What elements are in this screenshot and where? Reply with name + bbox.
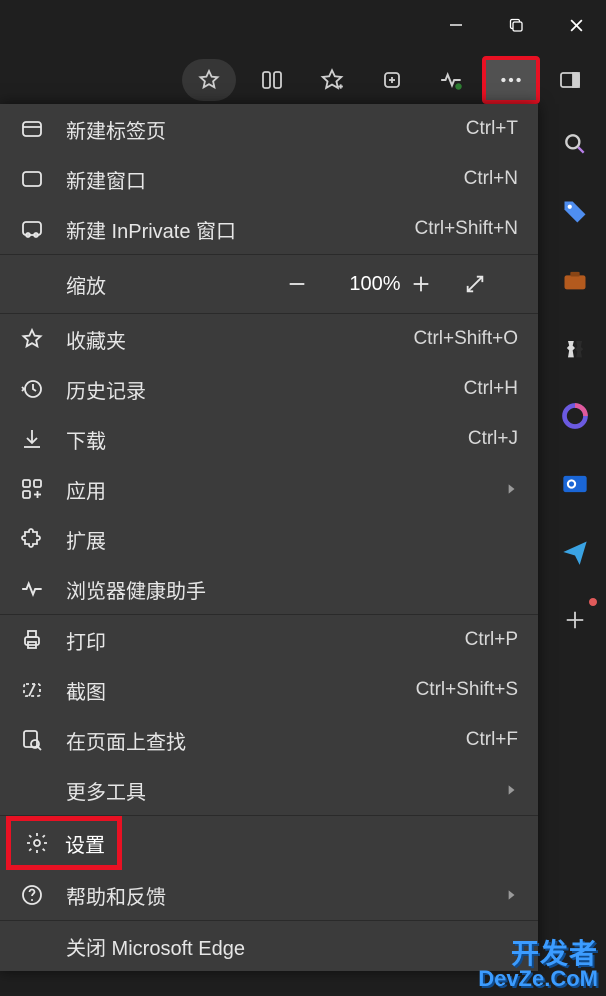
apps-icon [20, 477, 66, 501]
menu-close-edge[interactable]: 关闭 Microsoft Edge [0, 921, 538, 971]
zoom-row: 缩放 100% [0, 255, 538, 313]
menu-screenshot[interactable]: 截图 Ctrl+Shift+S [0, 665, 538, 715]
menu-favorites[interactable]: 收藏夹 Ctrl+Shift+O [0, 314, 538, 364]
menu-history[interactable]: 历史记录 Ctrl+H [0, 364, 538, 414]
menu-shortcut: Ctrl+F [466, 729, 518, 751]
chevron-right-icon [504, 783, 518, 797]
menu-label: 应用 [66, 475, 504, 504]
browser-toolbar [0, 50, 606, 110]
split-screen-icon[interactable] [242, 57, 302, 103]
sidebar-m365-icon[interactable] [557, 398, 593, 434]
fullscreen-button[interactable] [464, 273, 518, 295]
inprivate-icon [20, 217, 66, 241]
window-titlebar [0, 0, 606, 50]
star-icon [20, 327, 66, 351]
menu-shortcut: Ctrl+J [468, 428, 518, 450]
more-menu-button[interactable] [482, 56, 540, 104]
sidebar-add-button[interactable] [557, 602, 593, 638]
sidepanel-icon[interactable] [540, 57, 600, 103]
sidebar-search-icon[interactable] [557, 126, 593, 162]
extension-icon [20, 527, 66, 551]
menu-find-on-page[interactable]: 在页面上查找 Ctrl+F [0, 715, 538, 765]
browser-main-menu: 新建标签页 Ctrl+T 新建窗口 Ctrl+N 新建 InPrivate 窗口… [0, 104, 538, 971]
menu-label: 浏览器健康助手 [66, 575, 518, 604]
heartbeat-icon [20, 576, 66, 602]
sidebar-send-icon[interactable] [557, 534, 593, 570]
menu-shortcut: Ctrl+Shift+O [413, 328, 518, 350]
menu-shortcut: Ctrl+H [464, 378, 518, 400]
minimize-button[interactable] [426, 0, 486, 50]
menu-apps[interactable]: 应用 [0, 464, 538, 514]
menu-label: 新建窗口 [66, 165, 464, 194]
menu-shortcut: Ctrl+Shift+S [416, 679, 518, 701]
menu-label: 扩展 [66, 525, 518, 554]
zoom-in-button[interactable] [410, 273, 464, 295]
menu-new-tab[interactable]: 新建标签页 Ctrl+T [0, 104, 538, 154]
sidebar-games-icon[interactable] [557, 330, 593, 366]
browser-health-icon[interactable] [422, 57, 482, 103]
menu-label: 帮助和反馈 [66, 881, 504, 910]
menu-label: 收藏夹 [66, 325, 413, 354]
menu-label: 下载 [66, 425, 468, 454]
print-icon [20, 628, 66, 652]
watermark: 开发者 DevZe.CoM [478, 940, 598, 990]
menu-print[interactable]: 打印 Ctrl+P [0, 615, 538, 665]
window-icon [20, 167, 66, 191]
menu-label: 新建标签页 [66, 115, 466, 144]
chevron-right-icon [504, 482, 518, 496]
watermark-line2: DevZe.CoM [478, 968, 598, 990]
zoom-label: 缩放 [66, 270, 286, 299]
menu-more-tools[interactable]: 更多工具 [0, 765, 538, 815]
menu-shortcut: Ctrl+T [466, 118, 518, 140]
watermark-line1: 开发者 [478, 940, 598, 968]
menu-settings[interactable]: 设置 [6, 816, 122, 870]
menu-shortcut: Ctrl+N [464, 168, 518, 190]
menu-label: 更多工具 [66, 776, 504, 805]
zoom-value: 100% [340, 273, 410, 296]
menu-downloads[interactable]: 下载 Ctrl+J [0, 414, 538, 464]
sidebar-shopping-icon[interactable] [557, 194, 593, 230]
menu-label: 设置 [65, 829, 105, 858]
tab-icon [20, 117, 66, 141]
menu-new-window[interactable]: 新建窗口 Ctrl+N [0, 154, 538, 204]
find-icon [20, 728, 66, 752]
sidebar-outlook-icon[interactable] [557, 466, 593, 502]
menu-extensions[interactable]: 扩展 [0, 514, 538, 564]
gear-icon [25, 831, 65, 855]
maximize-button[interactable] [486, 0, 546, 50]
menu-label: 关闭 Microsoft Edge [66, 932, 518, 961]
menu-label: 打印 [66, 626, 465, 655]
history-icon [20, 377, 66, 401]
menu-shortcut: Ctrl+P [465, 629, 518, 651]
zoom-out-button[interactable] [286, 273, 340, 295]
menu-label: 截图 [66, 676, 416, 705]
menu-help-feedback[interactable]: 帮助和反馈 [0, 870, 538, 920]
collections-icon[interactable] [362, 57, 422, 103]
menu-label: 历史记录 [66, 375, 464, 404]
menu-label: 新建 InPrivate 窗口 [66, 215, 415, 244]
menu-label: 在页面上查找 [66, 726, 466, 755]
sidebar-work-icon[interactable] [557, 262, 593, 298]
favorite-star-icon[interactable] [182, 59, 236, 101]
screenshot-icon [20, 678, 66, 702]
menu-new-inprivate[interactable]: 新建 InPrivate 窗口 Ctrl+Shift+N [0, 204, 538, 254]
close-button[interactable] [546, 0, 606, 50]
menu-shortcut: Ctrl+Shift+N [415, 218, 518, 240]
favorites-icon[interactable] [302, 57, 362, 103]
chevron-right-icon [504, 888, 518, 902]
notification-dot [589, 598, 597, 606]
edge-sidebar [544, 110, 606, 638]
download-icon [20, 427, 66, 451]
menu-browser-health[interactable]: 浏览器健康助手 [0, 564, 538, 614]
help-icon [20, 883, 66, 907]
